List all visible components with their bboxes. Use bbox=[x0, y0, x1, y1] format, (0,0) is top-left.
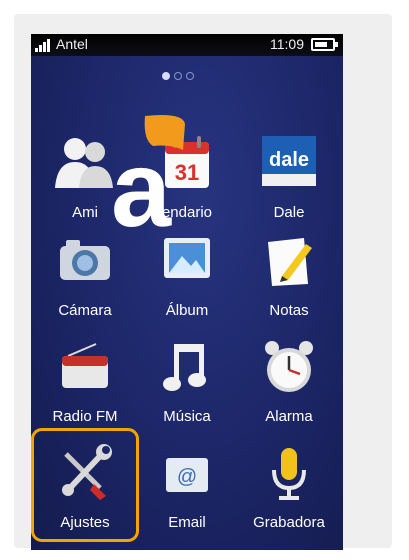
app-dale[interactable]: dale Dale bbox=[237, 134, 341, 234]
highlight-box bbox=[31, 428, 139, 542]
microphone-icon bbox=[272, 448, 306, 500]
app-radio[interactable]: Radio FM bbox=[33, 338, 137, 438]
music-note-icon bbox=[163, 344, 206, 391]
app-label: Email bbox=[168, 514, 206, 531]
app-label: Notas bbox=[269, 302, 309, 319]
dale-icon: dale bbox=[262, 136, 316, 186]
app-email[interactable]: @ Email bbox=[135, 444, 239, 544]
battery-icon bbox=[311, 38, 338, 51]
app-label: Álbum bbox=[165, 302, 209, 319]
app-camara[interactable]: Cámara bbox=[33, 232, 137, 332]
app-label: Alarma bbox=[265, 408, 313, 425]
alarm-clock-icon bbox=[265, 341, 313, 392]
app-label: Dale bbox=[273, 204, 305, 221]
app-label: Cámara bbox=[58, 302, 112, 319]
app-musica[interactable]: Música bbox=[135, 338, 239, 438]
page-dot bbox=[174, 72, 182, 80]
photo-album-icon bbox=[164, 238, 210, 278]
app-label: Grabadora bbox=[253, 514, 325, 531]
app-label: Radio FM bbox=[52, 408, 118, 425]
carrier-name: Antel bbox=[56, 36, 88, 52]
page-indicator bbox=[162, 72, 202, 82]
page-dot-active bbox=[162, 72, 170, 80]
email-icon: @ bbox=[166, 458, 208, 492]
radio-icon bbox=[62, 343, 108, 388]
app-notas[interactable]: Notas bbox=[237, 232, 341, 332]
camera-icon bbox=[60, 240, 110, 280]
antel-logo-letter: a bbox=[111, 128, 172, 232]
signal-strength-icon bbox=[35, 39, 53, 52]
page-dot bbox=[186, 72, 194, 80]
status-bar: Antel 11:09 bbox=[31, 34, 343, 56]
at-sign: @ bbox=[177, 466, 197, 488]
status-time: 11:09 bbox=[270, 36, 304, 52]
dale-text: dale bbox=[269, 149, 309, 171]
app-album[interactable]: Álbum bbox=[135, 232, 239, 332]
antel-logo: a bbox=[111, 115, 185, 232]
app-alarma[interactable]: Alarma bbox=[237, 338, 341, 438]
app-grabadora[interactable]: Grabadora bbox=[237, 444, 341, 544]
app-label: Música bbox=[163, 408, 211, 425]
notes-icon bbox=[268, 238, 312, 286]
